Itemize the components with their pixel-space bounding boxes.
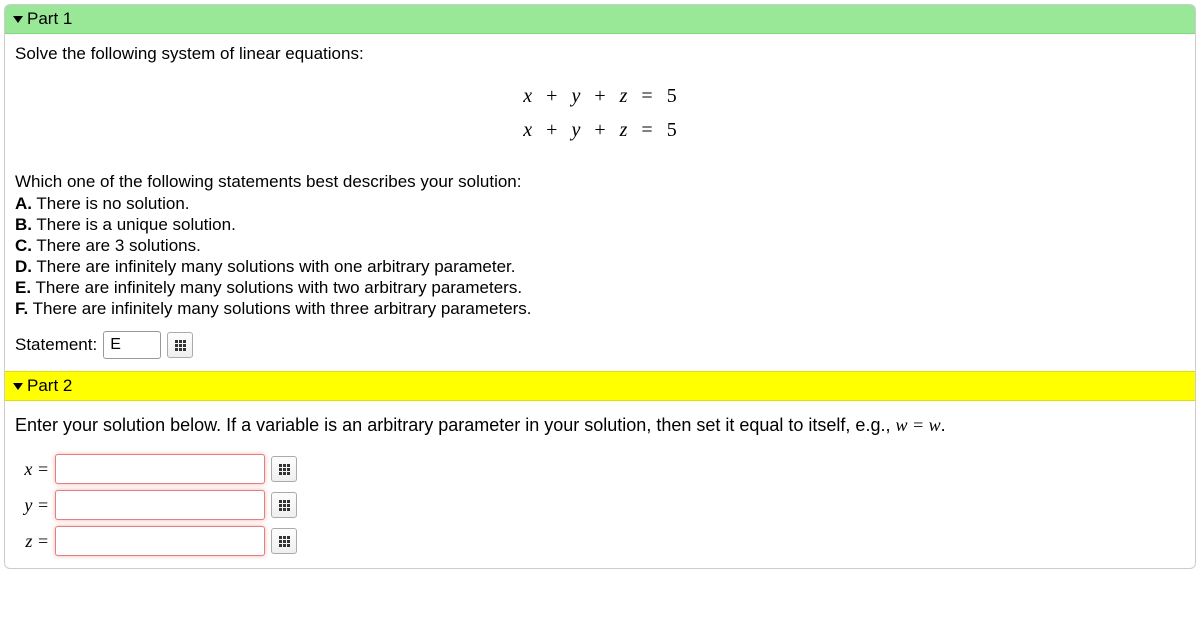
option-e: E. There are infinitely many solutions w… [15,278,1185,298]
option-f: F. There are infinitely many solutions w… [15,299,1185,319]
keypad-icon [279,464,290,475]
equation-editor-button[interactable] [167,332,193,358]
statement-label: Statement: [15,335,97,355]
y-row: y = [15,490,1185,520]
keypad-icon [279,536,290,547]
y-label: y = [15,495,49,516]
z-label: z = [15,531,49,552]
caret-down-icon [13,383,23,390]
part2-title: Part 2 [27,376,72,396]
equation-editor-button[interactable] [271,492,297,518]
option-d: D. There are infinitely many solutions w… [15,257,1185,277]
x-input[interactable] [55,454,265,484]
part2-body: Enter your solution below. If a variable… [5,401,1195,568]
option-b: B. There is a unique solution. [15,215,1185,235]
part1-prompt: Solve the following system of linear equ… [15,44,1185,64]
equation-editor-button[interactable] [271,528,297,554]
part1-header[interactable]: Part 1 [5,5,1195,34]
part1-body: Solve the following system of linear equ… [5,34,1195,371]
x-row: x = [15,454,1185,484]
z-input[interactable] [55,526,265,556]
y-input[interactable] [55,490,265,520]
keypad-icon [175,340,186,351]
caret-down-icon [13,16,23,23]
equation-system: x + y + z = 5 x + y + z = 5 [15,78,1185,148]
problem-container: Part 1 Solve the following system of lin… [4,4,1196,569]
question-text: Which one of the following statements be… [15,172,1185,192]
equation-editor-button[interactable] [271,456,297,482]
option-a: A. There is no solution. [15,194,1185,214]
part2-header[interactable]: Part 2 [5,371,1195,401]
statement-input[interactable] [103,331,161,359]
x-label: x = [15,459,49,480]
option-c: C. There are 3 solutions. [15,236,1185,256]
part1-title: Part 1 [27,9,72,29]
keypad-icon [279,500,290,511]
z-row: z = [15,526,1185,556]
part2-instruction: Enter your solution below. If a variable… [15,415,1185,436]
